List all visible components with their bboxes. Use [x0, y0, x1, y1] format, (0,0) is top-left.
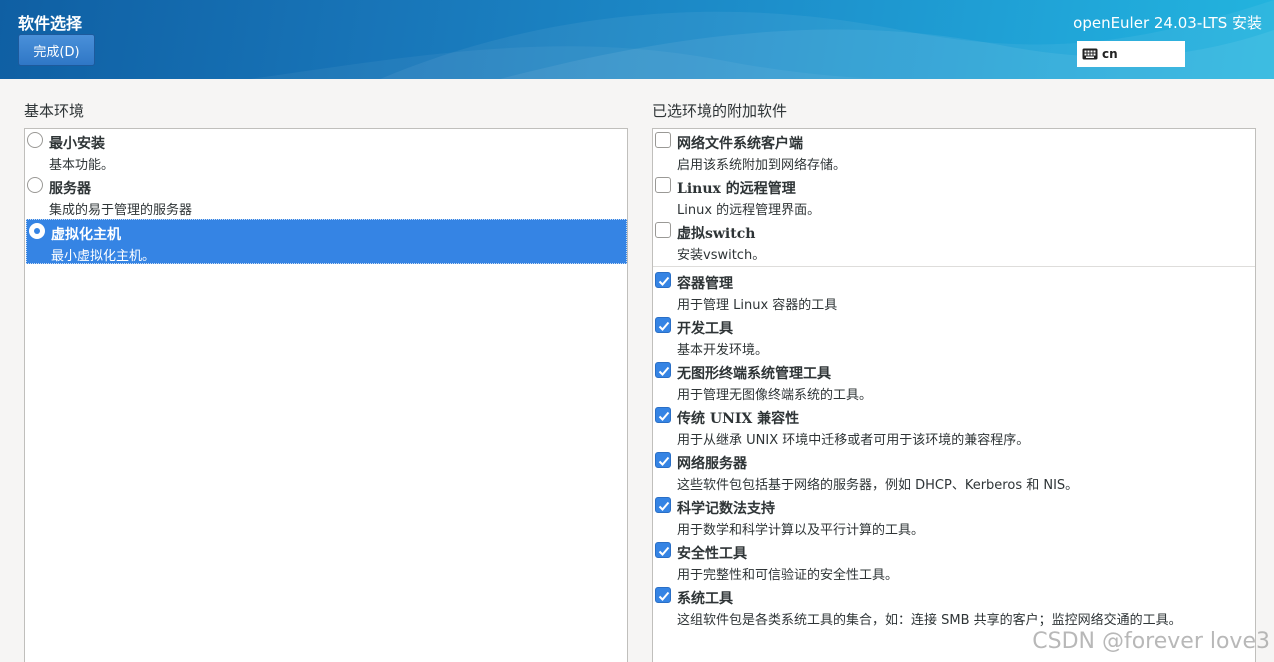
- checkbox-checked[interactable]: [655, 407, 671, 423]
- addon-desc: 用于管理 Linux 容器的工具: [677, 298, 838, 313]
- done-button[interactable]: 完成(D): [18, 34, 95, 66]
- addon-item[interactable]: 系统工具 这组软件包是各类系统工具的集合，如：连接 SMB 共享的客户；监控网络…: [653, 584, 1255, 629]
- addon-desc: 用于从继承 UNIX 环境中迁移或者可用于该环境的兼容程序。: [677, 433, 1030, 448]
- header-bar: 软件选择 完成(D) openEuler 24.03-LTS 安装 cn: [0, 0, 1274, 79]
- addon-desc: 用于管理无图像终端系统的工具。: [677, 388, 873, 403]
- addon-name: 无图形终端系统管理工具: [677, 366, 831, 382]
- radio-button[interactable]: [27, 177, 43, 193]
- env-name: 服务器: [49, 181, 91, 197]
- keyboard-layout-label: cn: [1102, 47, 1118, 61]
- checkbox-checked[interactable]: [655, 497, 671, 513]
- env-item-server[interactable]: 服务器 集成的易于管理的服务器: [25, 174, 627, 219]
- env-item-virtualization-host[interactable]: 虚拟化主机 最小虚拟化主机。: [26, 219, 627, 264]
- addon-desc: 启用该系统附加到网络存储。: [677, 158, 847, 173]
- checkbox[interactable]: [655, 177, 671, 193]
- addon-name: 传统 UNIX 兼容性: [677, 411, 800, 427]
- addon-name: 虚拟switch: [677, 226, 756, 242]
- checkbox-checked[interactable]: [655, 452, 671, 468]
- base-environment-list: 最小安装 基本功能。 服务器 集成的易于管理的服务器 虚拟化主机 最小虚拟化主机…: [24, 128, 628, 662]
- addon-desc: 用于完整性和可信验证的安全性工具。: [677, 568, 899, 583]
- env-name: 虚拟化主机: [51, 227, 121, 243]
- addon-desc: Linux 的远程管理界面。: [677, 203, 821, 218]
- addon-name: 安全性工具: [677, 546, 747, 562]
- check-icon: [658, 366, 670, 376]
- addon-name: 开发工具: [677, 321, 733, 337]
- addon-desc: 这些软件包包括基于网络的服务器，例如 DHCP、Kerberos 和 NIS。: [677, 478, 1079, 493]
- addon-item[interactable]: Linux 的远程管理 Linux 的远程管理界面。: [653, 174, 1255, 219]
- checkbox-checked[interactable]: [655, 542, 671, 558]
- addon-name: Linux 的远程管理: [677, 181, 796, 197]
- addon-list: 网络文件系统客户端 启用该系统附加到网络存储。 Linux 的远程管理 Linu…: [652, 128, 1256, 662]
- addon-item[interactable]: 传统 UNIX 兼容性 用于从继承 UNIX 环境中迁移或者可用于该环境的兼容程…: [653, 404, 1255, 449]
- addon-name: 网络服务器: [677, 456, 747, 472]
- check-icon: [658, 501, 670, 511]
- check-icon: [658, 276, 670, 286]
- addon-item[interactable]: 网络服务器 这些软件包包括基于网络的服务器，例如 DHCP、Kerberos 和…: [653, 449, 1255, 494]
- addons-label: 已选环境的附加软件: [652, 102, 788, 120]
- env-item-minimal[interactable]: 最小安装 基本功能。: [25, 129, 627, 174]
- addon-name: 容器管理: [677, 276, 733, 292]
- env-name: 最小安装: [49, 136, 105, 152]
- check-icon: [658, 546, 670, 556]
- checkbox[interactable]: [655, 132, 671, 148]
- check-icon: [658, 456, 670, 466]
- checkbox-checked[interactable]: [655, 317, 671, 333]
- checkbox-checked[interactable]: [655, 362, 671, 378]
- addon-item[interactable]: 网络文件系统客户端 启用该系统附加到网络存储。: [653, 129, 1255, 174]
- addon-desc: 基本开发环境。: [677, 343, 769, 358]
- radio-button-selected[interactable]: [29, 223, 45, 239]
- env-desc: 最小虚拟化主机。: [51, 249, 156, 264]
- page-title: 软件选择: [18, 14, 83, 33]
- checkbox-checked[interactable]: [655, 272, 671, 288]
- keyboard-layout-indicator[interactable]: cn: [1077, 41, 1185, 67]
- check-icon: [658, 591, 670, 601]
- addon-desc: 这组软件包是各类系统工具的集合，如：连接 SMB 共享的客户；监控网络交通的工具…: [677, 613, 1182, 628]
- product-title: openEuler 24.03-LTS 安装: [1073, 14, 1262, 32]
- checkbox[interactable]: [655, 222, 671, 238]
- keyboard-icon: [1082, 48, 1098, 60]
- addon-name: 科学记数法支持: [677, 501, 775, 517]
- addon-item[interactable]: 安全性工具 用于完整性和可信验证的安全性工具。: [653, 539, 1255, 584]
- addon-desc: 用于数学和科学计算以及平行计算的工具。: [677, 523, 925, 538]
- list-separator: [653, 266, 1255, 267]
- addon-item[interactable]: 开发工具 基本开发环境。: [653, 314, 1255, 359]
- watermark: CSDN @forever love3: [1032, 629, 1270, 654]
- addon-name: 系统工具: [677, 591, 733, 607]
- check-icon: [658, 411, 670, 421]
- base-environment-label: 基本环境: [24, 102, 85, 120]
- addon-item[interactable]: 虚拟switch 安装vswitch。: [653, 219, 1255, 264]
- checkbox-checked[interactable]: [655, 587, 671, 603]
- env-desc: 基本功能。: [49, 158, 115, 173]
- check-icon: [658, 321, 670, 331]
- addon-item[interactable]: 科学记数法支持 用于数学和科学计算以及平行计算的工具。: [653, 494, 1255, 539]
- radio-button[interactable]: [27, 132, 43, 148]
- addon-item[interactable]: 无图形终端系统管理工具 用于管理无图像终端系统的工具。: [653, 359, 1255, 404]
- addon-name: 网络文件系统客户端: [677, 136, 803, 152]
- addon-item[interactable]: 容器管理 用于管理 Linux 容器的工具: [653, 269, 1255, 314]
- env-desc: 集成的易于管理的服务器: [49, 203, 193, 218]
- addon-desc: 安装vswitch。: [677, 248, 766, 263]
